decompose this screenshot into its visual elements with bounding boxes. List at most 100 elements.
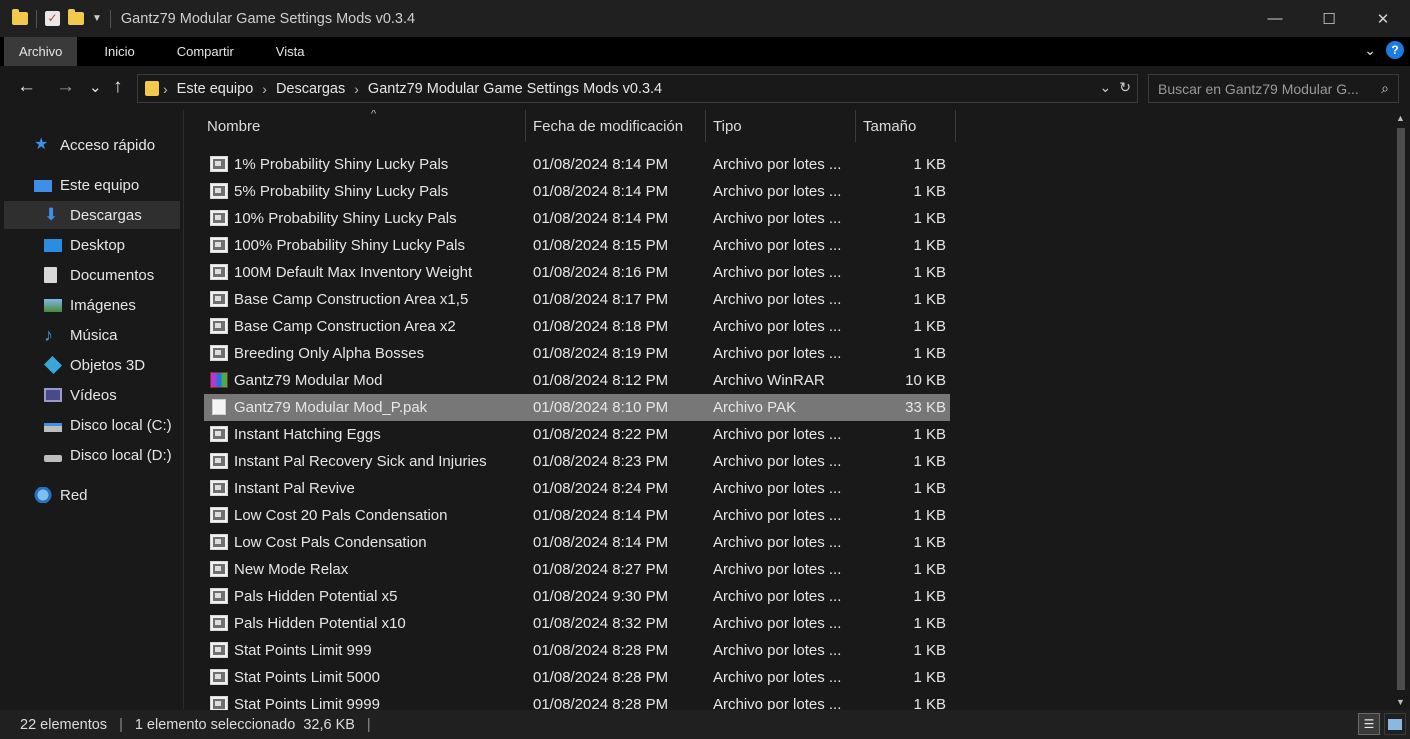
tab-compartir[interactable]: Compartir	[162, 37, 249, 66]
table-row[interactable]: 10% Probability Shiny Lucky Pals 01/08/20…	[204, 205, 950, 232]
tab-archivo[interactable]: Archivo	[4, 37, 78, 66]
address-bar[interactable]: › Este equipo › Descargas › Gantz79 Modu…	[137, 74, 1138, 103]
file-name: Instant Pal Revive	[234, 480, 355, 497]
file-name: Instant Hatching Eggs	[234, 426, 381, 443]
table-row[interactable]: Instant Pal Revive 01/08/2024 8:24 PM Arch…	[204, 475, 950, 502]
table-row[interactable]: Instant Hatching Eggs 01/08/2024 8:22 PM A…	[204, 421, 950, 448]
table-row[interactable]: Pals Hidden Potential x5 01/08/2024 9:30 …	[204, 583, 950, 610]
table-row[interactable]: Gantz79 Modular Mod 01/08/2024 8:12 PM Arc…	[204, 367, 950, 394]
table-row[interactable]: New Mode Relax 01/08/2024 8:27 PM Archivo …	[204, 556, 950, 583]
batch-file-icon	[210, 507, 228, 523]
file-type: Archivo por lotes ...	[713, 480, 842, 497]
pictures-icon	[44, 298, 62, 312]
maximize-button[interactable]: ☐	[1302, 0, 1356, 37]
file-name: Gantz79 Modular Mod_P.pak	[234, 399, 428, 416]
properties-icon[interactable]: ✓	[45, 11, 60, 26]
file-type: Archivo por lotes ...	[713, 210, 842, 227]
file-size: 1 KB	[913, 291, 946, 308]
column-header-date[interactable]: Fecha de modificación	[525, 110, 706, 142]
customize-toolbar-chevron-icon[interactable]: ▼	[92, 13, 102, 24]
column-header-type[interactable]: Tipo	[705, 110, 856, 142]
tab-inicio[interactable]: Inicio	[89, 37, 149, 66]
file-size: 1 KB	[913, 156, 946, 173]
search-input[interactable]: Buscar en Gantz79 Modular G...	[1149, 81, 1369, 97]
table-row[interactable]: Stat Points Limit 9999 01/08/2024 8:28 PM…	[204, 691, 950, 710]
column-header-size[interactable]: Tamaño	[855, 110, 956, 142]
file-date: 01/08/2024 8:10 PM	[533, 399, 669, 416]
address-history-chevron-icon[interactable]: ⌄	[1100, 79, 1112, 96]
sidebar-item-descargas[interactable]: ⬇ Descargas	[4, 201, 180, 229]
file-type: Archivo por lotes ...	[713, 237, 842, 254]
vertical-scrollbar[interactable]: ▲ ▼	[1392, 110, 1410, 710]
minimize-button[interactable]: —	[1248, 0, 1302, 37]
file-size: 1 KB	[913, 588, 946, 605]
batch-file-icon	[210, 345, 228, 361]
breadcrumb-este-equipo[interactable]: Este equipo	[177, 81, 254, 97]
breadcrumb-separator-icon[interactable]: ›	[163, 81, 168, 97]
file-size: 1 KB	[913, 318, 946, 335]
table-row[interactable]: Base Camp Construction Area x1,5 01/08/20…	[204, 286, 950, 313]
videos-icon	[44, 388, 62, 402]
folder-icon	[145, 81, 159, 96]
table-row[interactable]: Pals Hidden Potential x10 01/08/2024 8:32…	[204, 610, 950, 637]
ribbon-right-controls: ⌄ ?	[1364, 41, 1404, 59]
file-type: Archivo por lotes ...	[713, 642, 842, 659]
table-row[interactable]: 1% Probability Shiny Lucky Pals 01/08/202…	[204, 151, 950, 178]
table-row[interactable]: Stat Points Limit 999 01/08/2024 8:28 PM A…	[204, 637, 950, 664]
table-row[interactable]: 5% Probability Shiny Lucky Pals 01/08/202…	[204, 178, 950, 205]
search-box[interactable]: Buscar en Gantz79 Modular G... ⌕	[1148, 74, 1399, 103]
file-name: Stat Points Limit 9999	[234, 696, 380, 710]
sidebar-item-label: Disco local (C:)	[70, 416, 172, 434]
column-header-name[interactable]: ^ Nombre	[199, 110, 526, 142]
tab-vista[interactable]: Vista	[261, 37, 320, 66]
new-folder-icon[interactable]	[68, 9, 84, 25]
breadcrumb-separator-icon[interactable]: ›	[354, 81, 359, 97]
file-name: 1% Probability Shiny Lucky Pals	[234, 156, 449, 173]
file-name: Gantz79 Modular Mod	[234, 372, 383, 389]
table-row[interactable]: Stat Points Limit 5000 01/08/2024 8:28 PM…	[204, 664, 950, 691]
refresh-icon[interactable]: ↻	[1119, 79, 1131, 96]
breadcrumb-descargas[interactable]: Descargas	[276, 81, 345, 97]
scrollbar-thumb[interactable]	[1397, 128, 1405, 690]
file-date: 01/08/2024 8:17 PM	[533, 291, 669, 308]
close-button[interactable]: ✕	[1356, 0, 1410, 37]
item-count: 22 elementos	[20, 716, 108, 733]
drive-d-icon	[44, 454, 62, 462]
expand-ribbon-chevron-icon[interactable]: ⌄	[1364, 42, 1376, 59]
scroll-up-icon[interactable]: ▲	[1396, 113, 1405, 123]
file-size: 1 KB	[913, 642, 946, 659]
back-button[interactable]: ←	[17, 76, 36, 98]
recent-locations-chevron-icon[interactable]: ⌄	[89, 78, 102, 96]
table-row[interactable]: 100M Default Max Inventory Weight 01/08/2…	[204, 259, 950, 286]
large-icons-view-button[interactable]	[1384, 713, 1406, 735]
breadcrumb-separator-icon[interactable]: ›	[262, 81, 267, 97]
file-name: Breeding Only Alpha Bosses	[234, 345, 425, 362]
file-size: 1 KB	[913, 210, 946, 227]
table-row[interactable]: Breeding Only Alpha Bosses 01/08/2024 8:1…	[204, 340, 950, 367]
file-date: 01/08/2024 8:28 PM	[533, 669, 669, 686]
navigation-bar: ← → ⌄ ↑ › Este equipo › Descargas › Gant…	[0, 66, 1410, 110]
file-list: ^ Nombre Fecha de modificación Tipo Tama…	[184, 110, 1392, 710]
file-date: 01/08/2024 8:14 PM	[533, 507, 669, 524]
table-row[interactable]: 100% Probability Shiny Lucky Pals 01/08/2…	[204, 232, 950, 259]
file-size: 1 KB	[913, 480, 946, 497]
table-row[interactable]: Instant Pal Recovery Sick and Injuries 01…	[204, 448, 950, 475]
table-row[interactable]: Gantz79 Modular Mod_P.pak 01/08/2024 8:10…	[204, 394, 950, 421]
file-size: 1 KB	[913, 264, 946, 281]
scroll-down-icon[interactable]: ▼	[1396, 697, 1405, 707]
breadcrumb-current-folder[interactable]: Gantz79 Modular Game Settings Mods v0.3.…	[368, 81, 662, 97]
details-view-button[interactable]: ☰	[1358, 713, 1380, 735]
table-row[interactable]: Low Cost Pals Condensation 01/08/2024 8:1…	[204, 529, 950, 556]
table-row[interactable]: Low Cost 20 Pals Condensation 01/08/2024 …	[204, 502, 950, 529]
file-size: 1 KB	[913, 696, 946, 710]
table-row[interactable]: Base Camp Construction Area x2 01/08/2024…	[204, 313, 950, 340]
file-name: Pals Hidden Potential x5	[234, 588, 398, 605]
up-button[interactable]: ↑	[113, 76, 123, 98]
search-icon[interactable]: ⌕	[1381, 80, 1389, 97]
sidebar-item-label: Imágenes	[70, 296, 136, 314]
toolbar-divider	[109, 9, 111, 28]
forward-button[interactable]: →	[56, 76, 75, 98]
title-bar: ✓ ▼ Gantz79 Modular Game Settings Mods v…	[0, 0, 1410, 37]
help-icon[interactable]: ?	[1386, 41, 1404, 59]
file-type: Archivo por lotes ...	[713, 696, 842, 710]
